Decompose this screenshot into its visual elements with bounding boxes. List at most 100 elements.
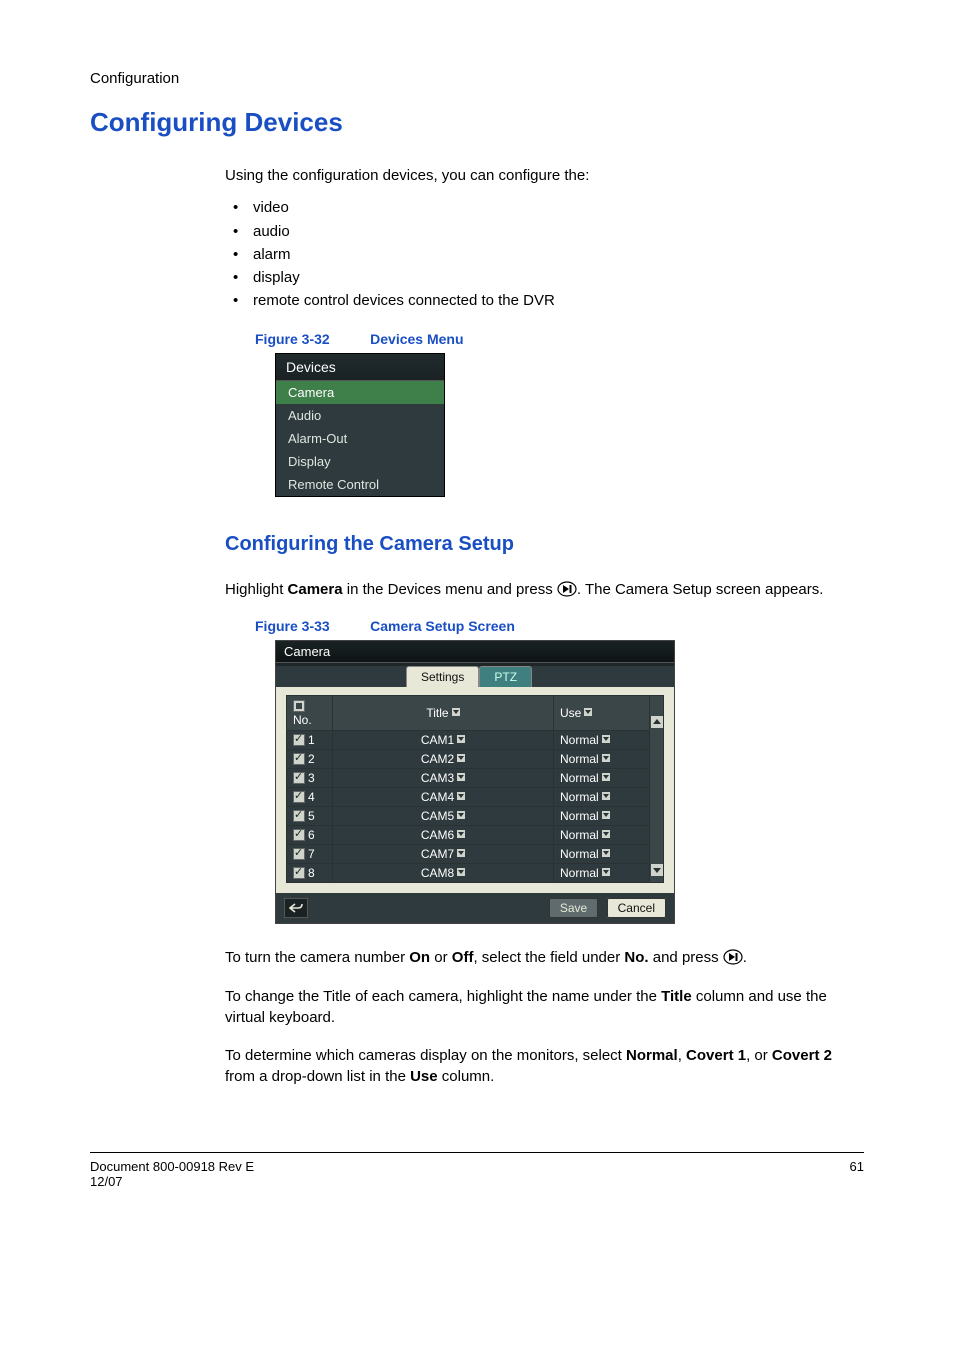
text-fragment: Highlight [225,581,288,598]
dropdown-icon[interactable] [602,849,610,857]
dropdown-icon[interactable] [602,868,610,876]
dropdown-icon[interactable] [457,830,465,838]
footer-rule [90,1152,864,1153]
cell-title[interactable]: CAM6 [333,826,554,845]
cell-title[interactable]: CAM4 [333,788,554,807]
dropdown-icon[interactable] [457,792,465,800]
save-button[interactable]: Save [549,898,598,918]
dropdown-icon[interactable] [602,830,610,838]
checkbox-icon[interactable] [293,772,305,784]
menu-item-camera[interactable]: Camera [276,381,444,404]
dropdown-icon[interactable] [452,708,460,716]
checkbox-icon[interactable] [293,867,305,879]
dropdown-icon[interactable] [602,811,610,819]
cell-title[interactable]: CAM3 [333,769,554,788]
cell-no[interactable]: 2 [287,750,333,769]
checkbox-icon[interactable] [293,848,305,860]
checkbox-icon[interactable] [293,829,305,841]
cell-no[interactable]: 8 [287,864,333,883]
dropdown-icon[interactable] [602,792,610,800]
cell-no-value: 4 [308,790,315,804]
dropdown-icon[interactable] [602,754,610,762]
scroll-down-icon[interactable] [651,864,663,876]
cell-title-value: CAM5 [421,809,454,823]
cell-use-value: Normal [560,733,599,747]
footer-button-group: Save Cancel [545,899,666,917]
paragraph: To determine which cameras display on th… [225,1046,864,1087]
table-row: 6 CAM6 Normal [287,826,664,845]
dropdown-icon[interactable] [457,773,465,781]
cell-use-value: Normal [560,809,599,823]
col-header-title: Title [333,696,554,731]
cell-no[interactable]: 5 [287,807,333,826]
text-fragment: and press [649,949,723,966]
figure-caption: Figure 3-32 Devices Menu [255,331,864,349]
checkbox-icon[interactable] [293,810,305,822]
cell-use[interactable]: Normal [554,788,650,807]
dropdown-icon[interactable] [457,754,465,762]
cell-title[interactable]: CAM5 [333,807,554,826]
cancel-button[interactable]: Cancel [607,898,666,918]
cell-no[interactable]: 6 [287,826,333,845]
dropdown-icon[interactable] [584,708,592,716]
cell-no[interactable]: 4 [287,788,333,807]
cell-title[interactable]: CAM7 [333,845,554,864]
dropdown-icon[interactable] [457,868,465,876]
cell-use[interactable]: Normal [554,769,650,788]
back-button[interactable] [284,898,308,918]
cell-title-value: CAM1 [421,733,454,747]
menu-item-alarm-out[interactable]: Alarm-Out [276,427,444,450]
cell-use[interactable]: Normal [554,750,650,769]
scrollbar-track[interactable] [650,696,664,883]
col-header-use: Use [554,696,650,731]
cell-title[interactable]: CAM2 [333,750,554,769]
cell-no[interactable]: 1 [287,731,333,750]
checkbox-icon[interactable] [293,734,305,746]
cell-use[interactable]: Normal [554,845,650,864]
cell-no-value: 7 [308,847,315,861]
tab-settings[interactable]: Settings [406,666,479,687]
cell-title-value: CAM3 [421,771,454,785]
cell-use-value: Normal [560,828,599,842]
bold-text: Covert 2 [772,1047,832,1064]
menu-item-audio[interactable]: Audio [276,404,444,427]
cell-use[interactable]: Normal [554,807,650,826]
cell-use-value: Normal [560,771,599,785]
bullet-item: audio [225,220,864,243]
menu-item-display[interactable]: Display [276,450,444,473]
cell-use[interactable]: Normal [554,826,650,845]
header-checkbox-icon[interactable] [293,700,305,712]
tab-ptz[interactable]: PTZ [479,666,532,687]
camera-table-body: No. Title Use 1 CAM1 Normal [276,687,674,893]
page: Configuration Configuring Devices Using … [0,0,954,1348]
text-fragment: column. [438,1068,495,1085]
figure-number: Figure 3-33 [255,618,330,634]
cell-title-value: CAM6 [421,828,454,842]
cell-no[interactable]: 3 [287,769,333,788]
camera-table: No. Title Use 1 CAM1 Normal [286,695,664,883]
text-fragment: To change the Title of each camera, high… [225,988,661,1005]
cell-title[interactable]: CAM1 [333,731,554,750]
dropdown-icon[interactable] [602,735,610,743]
scroll-up-icon[interactable] [651,716,663,728]
col-header-no[interactable]: No. [287,696,333,731]
dropdown-icon[interactable] [457,735,465,743]
cell-title-value: CAM2 [421,752,454,766]
cell-use[interactable]: Normal [554,731,650,750]
table-header-row: No. Title Use [287,696,664,731]
cell-no[interactable]: 7 [287,845,333,864]
dropdown-icon[interactable] [602,773,610,781]
dropdown-icon[interactable] [457,849,465,857]
table-row: 7 CAM7 Normal [287,845,664,864]
footer-left: Document 800-00918 Rev E 12/07 [90,1159,254,1189]
header-title-label: Title [426,706,448,720]
table-row: 1 CAM1 Normal [287,731,664,750]
text-fragment: , [678,1047,686,1064]
text-fragment: , or [746,1047,772,1064]
checkbox-icon[interactable] [293,753,305,765]
menu-item-remote-control[interactable]: Remote Control [276,473,444,496]
cell-title[interactable]: CAM8 [333,864,554,883]
checkbox-icon[interactable] [293,791,305,803]
cell-use[interactable]: Normal [554,864,650,883]
dropdown-icon[interactable] [457,811,465,819]
